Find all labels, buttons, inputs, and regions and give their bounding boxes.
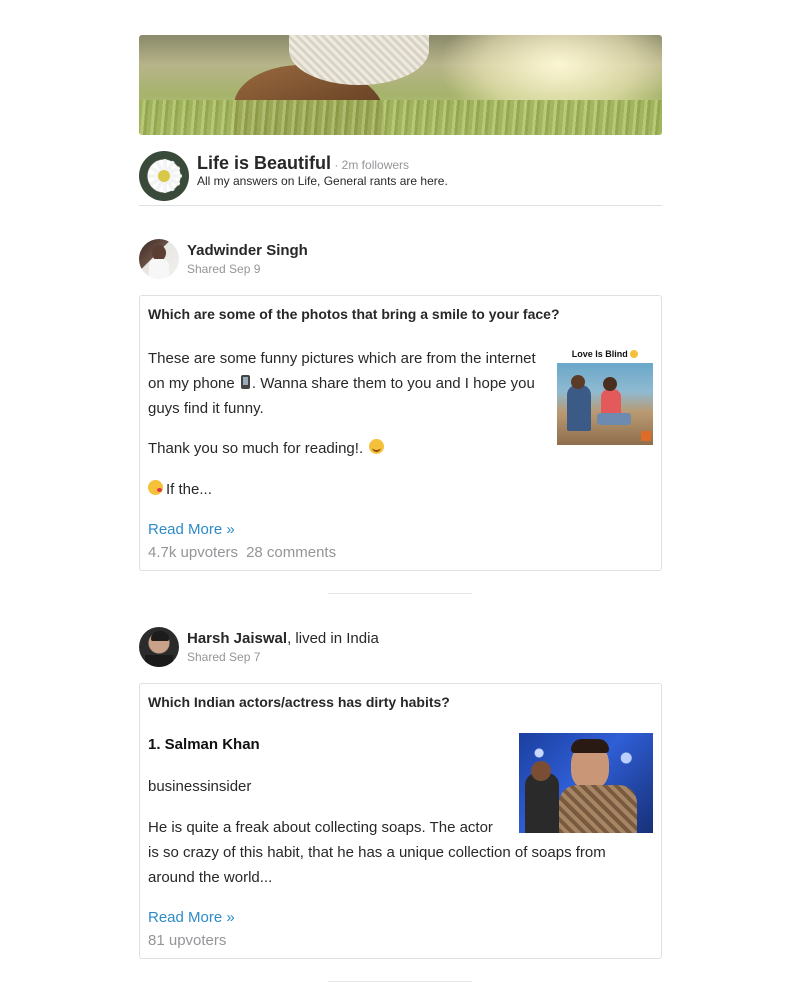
image-caption: Love Is Blind xyxy=(557,346,653,362)
read-more-link[interactable]: Read More » xyxy=(148,521,235,538)
answer-heading: 1. Salman Khan xyxy=(148,736,260,753)
space-header: Life is Beautiful · 2m followers All my … xyxy=(139,150,662,206)
kissing-face-icon xyxy=(148,480,163,495)
avatar[interactable] xyxy=(139,239,179,279)
answer-text: businessinsider xyxy=(148,774,512,799)
post-date: Shared Sep 9 xyxy=(187,262,261,276)
answer-text: These are some funny pictures which are … xyxy=(148,346,548,502)
answer-image[interactable]: Love Is Blind xyxy=(557,346,653,445)
author-name[interactable]: Yadwinder Singh xyxy=(187,242,308,259)
space-avatar[interactable] xyxy=(139,151,189,201)
post-author: Yadwinder Singh xyxy=(187,242,308,259)
upvoters-count[interactable]: 4.7k upvoters xyxy=(148,544,238,561)
space-description: All my answers on Life, General rants ar… xyxy=(197,174,448,188)
space-title[interactable]: Life is Beautiful xyxy=(197,153,331,173)
avatar[interactable] xyxy=(139,627,179,667)
read-more-link[interactable]: Read More » xyxy=(148,909,235,926)
answer-text: He is quite a freak about collecting soa… xyxy=(148,815,653,890)
answer-paragraph: He is quite a freak about collecting soa… xyxy=(148,819,606,886)
author-name[interactable]: Harsh Jaiswal xyxy=(187,630,287,647)
space-followers: · 2m followers xyxy=(331,158,410,172)
post-date: Shared Sep 7 xyxy=(187,650,261,664)
post-header: Harsh Jaiswal, lived in India Shared Sep… xyxy=(139,627,662,669)
space-cover-image xyxy=(139,35,662,135)
post-divider xyxy=(328,593,472,594)
answer-paragraph: businessinsider xyxy=(148,778,252,795)
question-title[interactable]: Which Indian actors/actress has dirty ha… xyxy=(148,694,450,710)
answer-paragraph: Thank you so much for reading!. xyxy=(148,440,364,457)
space-title-row: Life is Beautiful · 2m followers xyxy=(197,153,409,174)
mobile-phone-icon xyxy=(240,375,250,389)
post-author: Harsh Jaiswal, lived in India xyxy=(187,630,379,647)
question-title[interactable]: Which are some of the photos that bring … xyxy=(148,306,560,322)
answer-paragraph: If the... xyxy=(166,481,212,498)
author-credential: , lived in India xyxy=(287,630,379,647)
post-header: Yadwinder Singh Shared Sep 9 xyxy=(139,239,662,281)
answer-stats: 81 upvoters xyxy=(148,932,226,949)
answer-card[interactable]: Which are some of the photos that bring … xyxy=(139,295,662,571)
comments-count[interactable]: 28 comments xyxy=(246,544,336,561)
post-divider xyxy=(328,981,472,982)
upvoters-count[interactable]: 81 upvoters xyxy=(148,932,226,949)
answer-card[interactable]: Which Indian actors/actress has dirty ha… xyxy=(139,683,662,959)
answer-stats: 4.7k upvoters 28 comments xyxy=(148,544,336,561)
smiling-face-icon xyxy=(369,439,385,454)
